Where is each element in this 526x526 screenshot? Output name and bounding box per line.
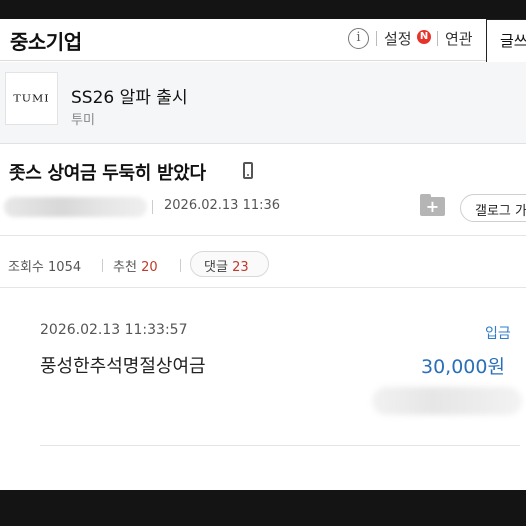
transaction-datetime: 2026.02.13 11:33:57 (40, 322, 188, 338)
transaction-divider (40, 445, 520, 446)
settings-button[interactable]: 설정 (384, 28, 412, 49)
ad-title[interactable]: SS26 알파 출시 (71, 83, 188, 108)
board-title[interactable]: 중소기업 (10, 26, 82, 55)
related-button[interactable]: 연관 (445, 28, 473, 49)
transaction-type: 입금 (485, 326, 511, 342)
comments-button[interactable]: 댓글 23 (190, 251, 269, 277)
board-header: 중소기업 i 설정 N 연관 글쓰 (0, 19, 526, 63)
balance-redacted (372, 387, 522, 415)
logo-text: TUMI (13, 93, 50, 104)
view-count: 조회수 1054 (8, 256, 81, 275)
divider (0, 235, 526, 236)
comments-label: 댓글 (204, 260, 228, 275)
bottom-black-bar (0, 490, 526, 526)
recommend-count: 추천 20 (113, 256, 158, 275)
info-icon[interactable]: i (348, 28, 369, 49)
transaction-description: 풍성한추석명절상여금 (40, 356, 206, 377)
transaction-amount: 30,000원 (421, 356, 505, 378)
stat-divider (102, 259, 103, 272)
comments-value: 23 (232, 260, 249, 275)
meta-divider (152, 200, 153, 214)
author-name-redacted[interactable] (4, 197, 147, 217)
brand-logo: TUMI (5, 72, 58, 125)
mobile-icon (243, 162, 253, 179)
views-label: 조회수 (8, 260, 44, 275)
post-screen: 중소기업 i 설정 N 연관 글쓰 TUMI SS26 알파 출시 투미 좃스 … (0, 19, 526, 490)
recommend-value: 20 (141, 260, 158, 275)
header-divider (376, 31, 377, 46)
stat-divider (180, 259, 181, 272)
folder-plus-icon[interactable]: + (420, 194, 445, 216)
gallog-button[interactable]: 갤로그 가 (460, 194, 526, 222)
top-black-bar (0, 0, 526, 19)
recommend-label: 추천 (113, 260, 137, 275)
plus-icon: + (425, 197, 440, 216)
post-title: 좃스 상여금 두둑히 받았다 (9, 163, 206, 184)
divider (0, 287, 526, 288)
write-button[interactable]: 글쓰 (486, 19, 526, 63)
ad-brand: 투미 (71, 113, 95, 128)
header-divider (437, 31, 438, 46)
views-value: 1054 (48, 260, 82, 275)
post-date: 2026.02.13 11:36 (164, 198, 281, 213)
ad-banner[interactable]: TUMI SS26 알파 출시 투미 (0, 62, 526, 144)
new-badge: N (417, 30, 431, 44)
